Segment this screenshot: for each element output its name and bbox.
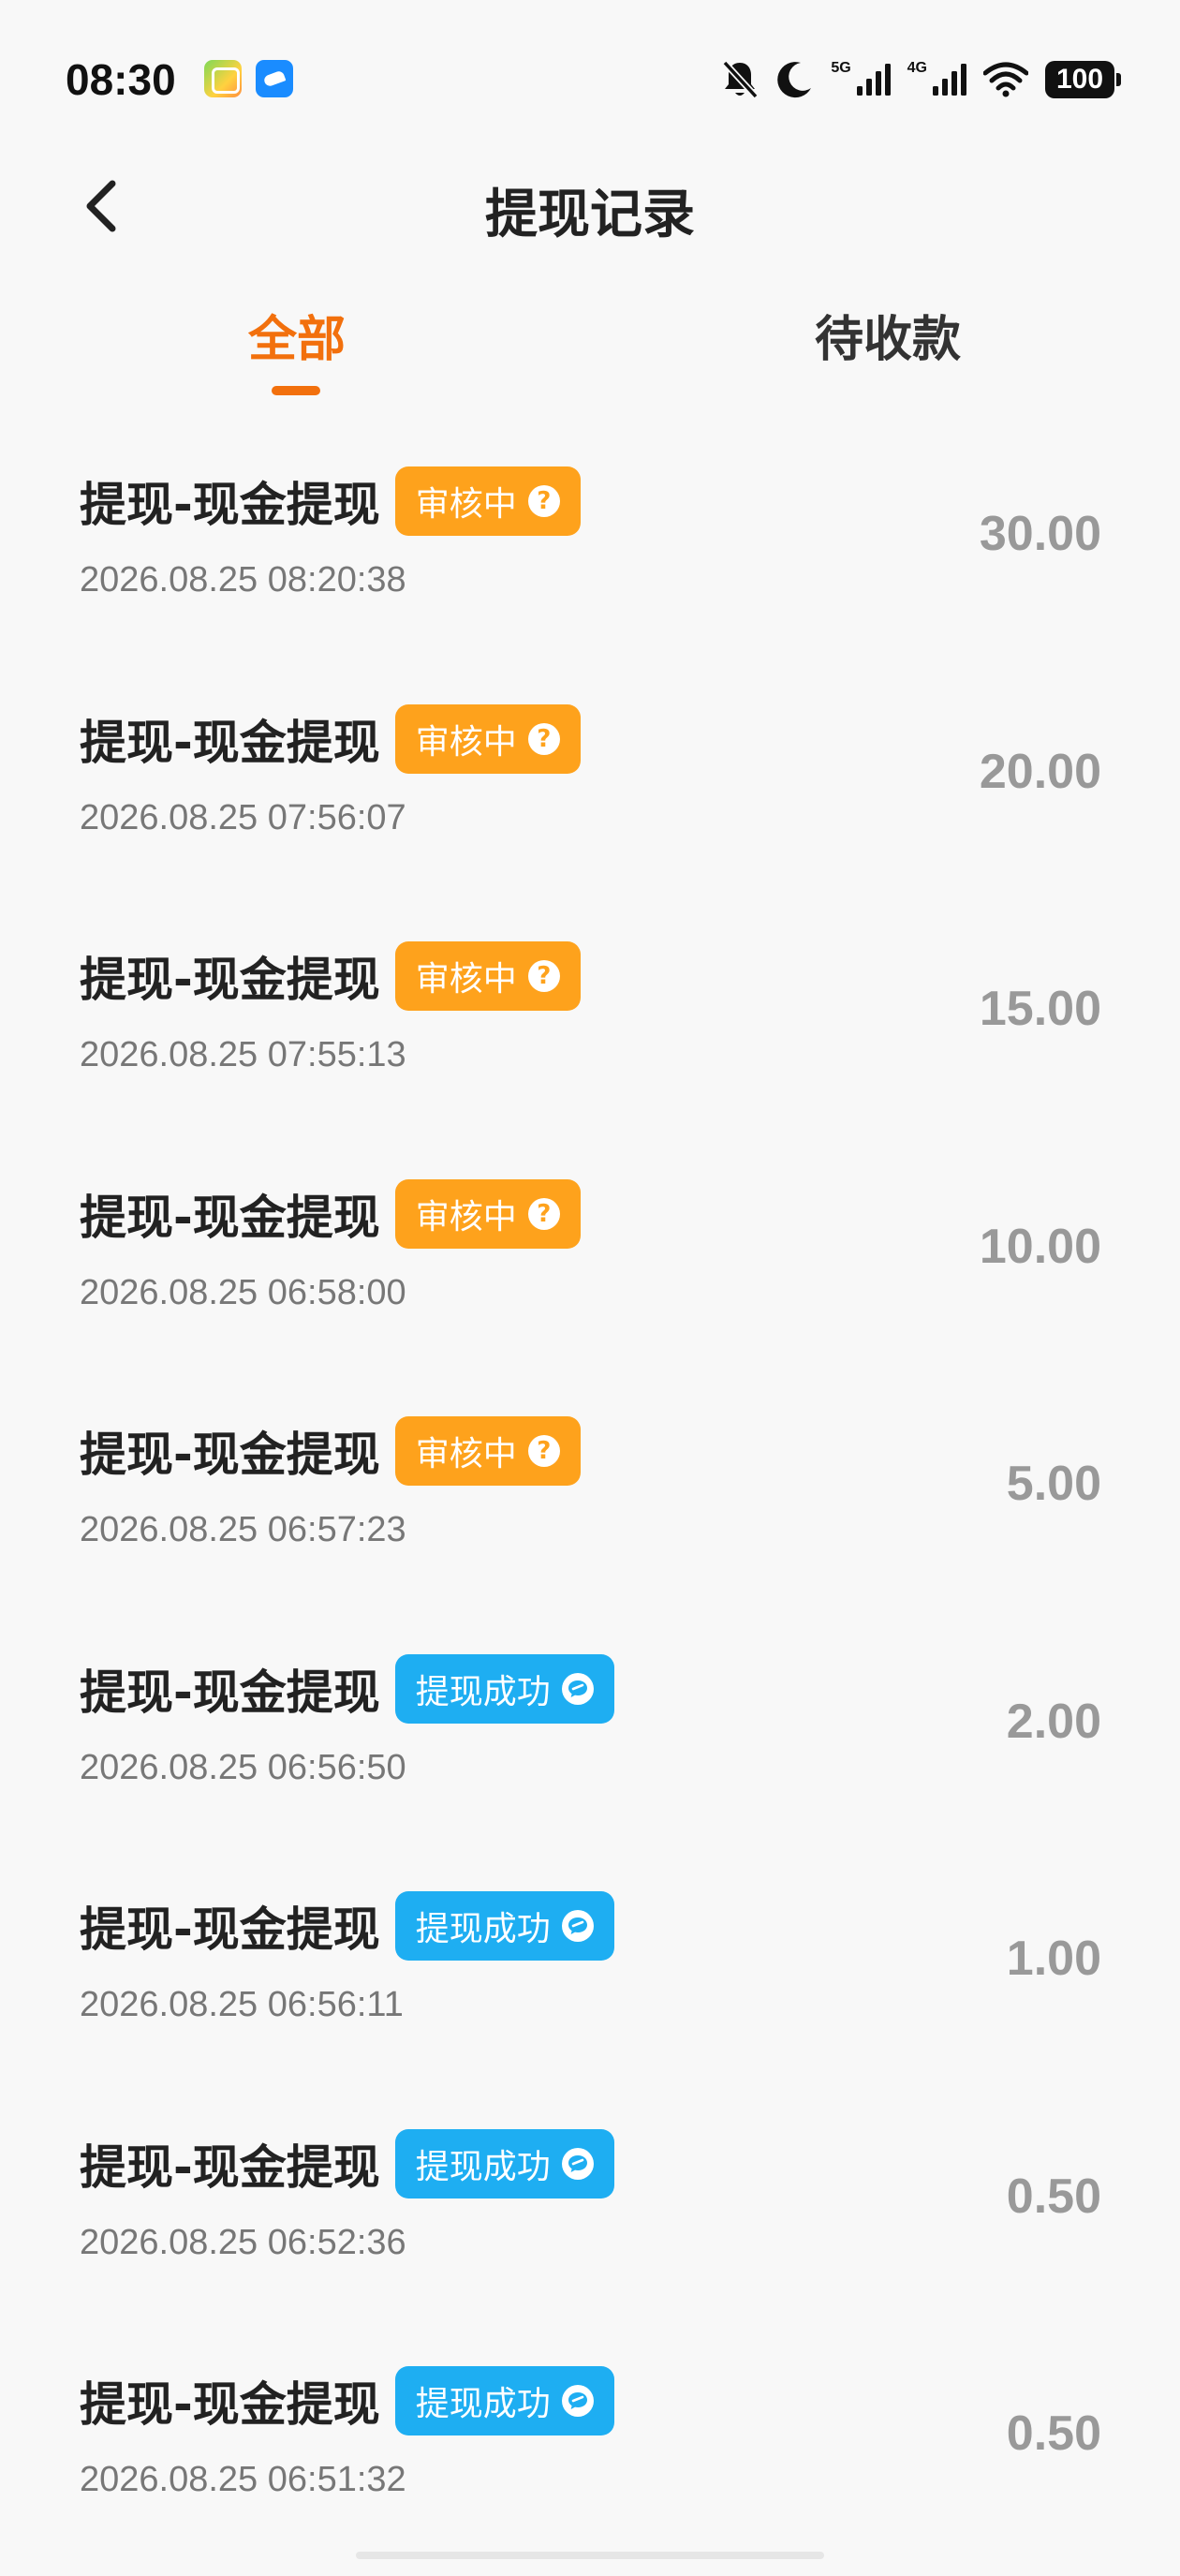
- chat-bubble-icon: [561, 2147, 594, 2180]
- page-title: 提现记录: [485, 185, 695, 245]
- status-badge-label: 提现成功: [415, 2385, 551, 2423]
- app-header: 提现记录: [0, 159, 1180, 253]
- status-badge[interactable]: 提现成功: [394, 2366, 614, 2435]
- status-badge-label: 提现成功: [415, 1672, 551, 1711]
- status-badge[interactable]: 提现成功: [394, 1891, 614, 1961]
- record-header: 提现-现金提现 提现成功: [80, 1891, 614, 1961]
- record-amount: 5.00: [1006, 1457, 1101, 1511]
- record-title: 提现-现金提现: [80, 478, 380, 532]
- status-badge-label: 提现成功: [415, 1910, 551, 1948]
- question-icon: ?: [527, 960, 560, 992]
- chat-bubble-glyph: [568, 1917, 587, 1934]
- chat-bubble-glyph: [568, 2154, 587, 2172]
- record-amount: 2.00: [1006, 1694, 1101, 1749]
- list-item[interactable]: 提现-现金提现 审核中 ? 2026.08.25 06:58:00 10.00: [0, 1153, 1180, 1391]
- chat-bubble-icon: [561, 2385, 594, 2417]
- record-header: 提现-现金提现 审核中 ?: [80, 466, 581, 536]
- record-title: 提现-现金提现: [80, 953, 380, 1007]
- record-header: 提现-现金提现 提现成功: [80, 2366, 614, 2435]
- status-badge[interactable]: 审核中 ?: [394, 703, 581, 774]
- status-badge[interactable]: 审核中 ?: [394, 1178, 581, 1249]
- record-title: 提现-现金提现: [80, 1665, 380, 1720]
- app-notification-icon: [204, 60, 242, 97]
- status-badge-label: 审核中: [415, 485, 517, 524]
- messenger-notification-icon: [256, 60, 293, 97]
- list-item[interactable]: 提现-现金提现 审核中 ? 2026.08.25 08:20:38 30.00: [0, 440, 1180, 678]
- question-icon: ?: [527, 1435, 560, 1467]
- list-item[interactable]: 提现-现金提现 审核中 ? 2026.08.25 06:57:23 5.00: [0, 1390, 1180, 1628]
- record-time: 2026.08.25 08:20:38: [80, 560, 406, 600]
- record-time: 2026.08.25 06:56:50: [80, 1747, 406, 1787]
- chat-bubble-icon: [561, 1672, 594, 1705]
- record-time: 2026.08.25 07:56:07: [80, 797, 406, 837]
- record-amount: 15.00: [979, 982, 1101, 1036]
- question-icon: ?: [527, 1197, 560, 1230]
- record-amount: 0.50: [1006, 2169, 1101, 2224]
- network-type-label: 5G: [831, 60, 851, 76]
- record-amount: 1.00: [1006, 1932, 1101, 1986]
- record-title: 提现-现金提现: [80, 715, 380, 770]
- tab-all[interactable]: 全部: [248, 300, 346, 370]
- record-header: 提现-现金提现 提现成功: [80, 1653, 614, 1724]
- chat-bubble-glyph: [568, 2392, 587, 2409]
- status-badge[interactable]: 提现成功: [394, 2128, 614, 2198]
- chat-bubble-icon: [561, 1910, 594, 1942]
- status-badge[interactable]: 审核中 ?: [394, 466, 581, 536]
- status-icons: 5G 4G 100: [720, 56, 1121, 103]
- record-amount: 20.00: [979, 744, 1101, 799]
- record-header: 提现-现金提现 提现成功: [80, 2128, 614, 2198]
- record-time: 2026.08.25 06:56:11: [80, 1985, 404, 2024]
- moon-icon: [777, 62, 812, 98]
- record-amount: 10.00: [979, 1219, 1101, 1274]
- chat-bubble-glyph: [568, 1680, 587, 1697]
- question-icon: ?: [527, 485, 560, 517]
- status-badge-label: 审核中: [415, 1435, 517, 1473]
- signal-icon: [933, 64, 966, 96]
- record-title: 提现-现金提现: [80, 2377, 380, 2432]
- record-header: 提现-现金提现 审核中 ?: [80, 703, 581, 774]
- list-item[interactable]: 提现-现金提现 提现成功 2026.08.25 06:56:50 2.00: [0, 1628, 1180, 1866]
- status-badge-label: 审核中: [415, 1197, 517, 1236]
- tab-bar: 全部 待收款: [0, 281, 1180, 403]
- status-badge[interactable]: 审核中 ?: [394, 941, 581, 1011]
- status-badge-label: 审核中: [415, 722, 517, 762]
- list-item[interactable]: 提现-现金提现 提现成功 2026.08.25 06:56:11 1.00: [0, 1865, 1180, 2103]
- status-badge-label: 审核中: [415, 960, 517, 999]
- list-item[interactable]: 提现-现金提现 审核中 ? 2026.08.25 07:55:13 15.00: [0, 915, 1180, 1153]
- list-item[interactable]: 提现-现金提现 提现成功 2026.08.25 06:52:36 0.50: [0, 2103, 1180, 2341]
- record-time: 2026.08.25 06:58:00: [80, 1272, 406, 1312]
- record-title: 提现-现金提现: [80, 1428, 380, 1482]
- battery-icon: 100: [1045, 61, 1121, 98]
- status-badge-label: 提现成功: [415, 2147, 551, 2186]
- active-tab-indicator: [272, 386, 320, 395]
- record-title: 提现-现金提现: [80, 1190, 380, 1245]
- record-time: 2026.08.25 06:52:36: [80, 2222, 406, 2262]
- list-item[interactable]: 提现-现金提现 提现成功 2026.08.25 06:51:32 0.50: [0, 2340, 1180, 2576]
- home-indicator: [356, 2552, 824, 2559]
- record-amount: 30.00: [979, 507, 1101, 561]
- status-badge[interactable]: 提现成功: [394, 1653, 614, 1724]
- question-icon: ?: [527, 722, 560, 755]
- wifi-icon: [983, 62, 1028, 97]
- mute-bell-icon: [722, 60, 759, 99]
- record-time: 2026.08.25 07:55:13: [80, 1035, 406, 1074]
- record-title: 提现-现金提现: [80, 2139, 380, 2195]
- record-header: 提现-现金提现 审核中 ?: [80, 1416, 581, 1486]
- record-time: 2026.08.25 06:57:23: [80, 1510, 406, 1549]
- status-time: 08:30: [66, 55, 176, 104]
- status-badge[interactable]: 审核中 ?: [394, 1416, 581, 1486]
- record-time: 2026.08.25 06:51:32: [80, 2460, 406, 2499]
- record-header: 提现-现金提现 审核中 ?: [80, 1178, 581, 1249]
- record-amount: 0.50: [1006, 2406, 1101, 2461]
- list-item[interactable]: 提现-现金提现 审核中 ? 2026.08.25 07:56:07 20.00: [0, 678, 1180, 916]
- record-list: 提现-现金提现 审核中 ? 2026.08.25 08:20:38 30.00 …: [0, 440, 1180, 2576]
- withdrawal-records-screen: 08:30 5G 4G 100 提现记录 全部 待收款 提现-现金提现 审核中 …: [0, 0, 1180, 2576]
- signal-icon: [856, 64, 891, 96]
- network-type-label: 4G: [907, 60, 927, 76]
- record-title: 提现-现金提现: [80, 1902, 380, 1957]
- status-bar: 08:30 5G 4G 100: [0, 0, 1180, 159]
- record-header: 提现-现金提现 审核中 ?: [80, 941, 581, 1011]
- tab-pending-payment[interactable]: 待收款: [815, 300, 961, 370]
